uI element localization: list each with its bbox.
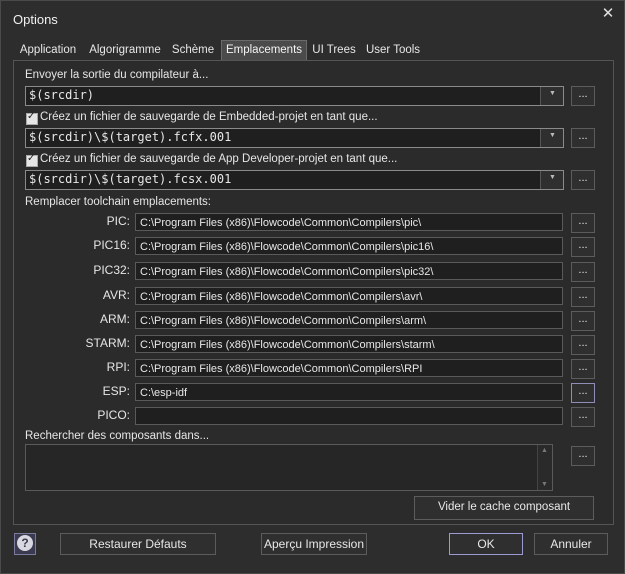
check-icon: ✓ [27, 111, 36, 122]
output-value: $(srcdir) [29, 88, 95, 102]
toolchain-name-pic: PIC: [106, 214, 130, 228]
toolchain-browse-pico[interactable]: ... [571, 407, 595, 427]
embedded-backup-browse-button[interactable]: ... [571, 128, 595, 148]
toolchain-browse-avr[interactable]: ... [571, 287, 595, 307]
ok-button[interactable]: OK [449, 533, 523, 555]
tab-user-tools[interactable]: User Tools [363, 41, 423, 60]
components-label: Rechercher des composants dans... [25, 430, 210, 442]
toolchain-path-pic16[interactable]: C:\Program Files (x86)\Flowcode\Common\C… [135, 237, 563, 255]
toolchain-path-avr[interactable]: C:\Program Files (x86)\Flowcode\Common\C… [135, 287, 563, 305]
toolchain-path-pic[interactable]: C:\Program Files (x86)\Flowcode\Common\C… [135, 213, 563, 231]
scroll-down-icon[interactable]: ▼ [541, 481, 548, 488]
check-icon: ✓ [27, 153, 36, 164]
toolchain-browse-pic16[interactable]: ... [571, 237, 595, 257]
output-dropdown-button[interactable]: ▼ [540, 87, 563, 105]
appdev-backup-value: $(srcdir)\$(target).fcsx.001 [29, 172, 232, 186]
toolchain-name-arm: ARM: [100, 312, 130, 326]
tab-emplacements[interactable]: Emplacements [221, 40, 307, 62]
appdev-backup-checkbox[interactable]: ✓ [26, 153, 38, 167]
output-browse-button[interactable]: ... [571, 86, 595, 106]
help-button[interactable]: ? [14, 533, 36, 555]
toolchain-browse-pic32[interactable]: ... [571, 262, 595, 282]
toolchain-name-rpi: RPI: [106, 360, 130, 374]
toolchain-name-pic32: PIC32: [93, 263, 130, 277]
appdev-backup-browse-button[interactable]: ... [571, 170, 595, 190]
tab-scheme[interactable]: Schème [168, 41, 218, 60]
tab-application[interactable]: Application [13, 41, 83, 60]
toolchain-name-pico: PICO: [97, 408, 130, 422]
toolchain-browse-esp[interactable]: ... [571, 383, 595, 403]
toolchain-path-pico[interactable] [135, 407, 563, 425]
embedded-backup-combo[interactable]: $(srcdir)\$(target).fcfx.001 ▼ [25, 128, 564, 148]
toolchain-name-avr: AVR: [102, 288, 130, 302]
embedded-backup-value: $(srcdir)\$(target).fcfx.001 [29, 130, 232, 144]
toolchain-path-starm[interactable]: C:\Program Files (x86)\Flowcode\Common\C… [135, 335, 563, 353]
options-dialog: Options ✕ Application Algorigramme Schèm… [0, 0, 625, 574]
tab-algorigramme[interactable]: Algorigramme [85, 41, 165, 60]
toolchain-path-rpi[interactable]: C:\Program Files (x86)\Flowcode\Common\C… [135, 359, 563, 377]
toolchain-browse-starm[interactable]: ... [571, 335, 595, 355]
clear-cache-button[interactable]: Vider le cache composant [414, 496, 594, 520]
toolchain-label: Remplacer toolchain emplacements: [25, 196, 212, 208]
toolchain-path-esp[interactable]: C:\esp-idf [135, 383, 563, 401]
scrollbar[interactable]: ▲ ▼ [537, 445, 552, 490]
appdev-backup-dropdown-button[interactable]: ▼ [540, 171, 563, 189]
toolchain-path-arm[interactable]: C:\Program Files (x86)\Flowcode\Common\C… [135, 311, 563, 329]
close-icon[interactable]: ✕ [599, 5, 617, 23]
window-title: Options [13, 12, 58, 27]
toolchain-name-pic16: PIC16: [93, 238, 130, 252]
appdev-backup-combo[interactable]: $(srcdir)\$(target).fcsx.001 ▼ [25, 170, 564, 190]
chevron-down-icon: ▼ [549, 174, 556, 181]
output-label: Envoyer la sortie du compilateur à... [25, 69, 209, 81]
output-combo[interactable]: $(srcdir) ▼ [25, 86, 564, 106]
emplacements-panel: Envoyer la sortie du compilateur à... $(… [13, 60, 614, 525]
components-browse-button[interactable]: ... [571, 446, 595, 466]
appdev-backup-label: Créez un fichier de sauvegarde de App De… [40, 153, 398, 165]
embedded-backup-checkbox[interactable]: ✓ [26, 111, 38, 125]
toolchain-browse-pic[interactable]: ... [571, 213, 595, 233]
chevron-down-icon: ▼ [549, 132, 556, 139]
toolchain-browse-arm[interactable]: ... [571, 311, 595, 331]
cancel-button[interactable]: Annuler [534, 533, 608, 555]
help-icon: ? [17, 535, 33, 551]
chevron-down-icon: ▼ [549, 90, 556, 97]
embedded-backup-dropdown-button[interactable]: ▼ [540, 129, 563, 147]
toolchain-path-pic32[interactable]: C:\Program Files (x86)\Flowcode\Common\C… [135, 262, 563, 280]
toolchain-browse-rpi[interactable]: ... [571, 359, 595, 379]
restore-defaults-button[interactable]: Restaurer Défauts [60, 533, 216, 555]
embedded-backup-label: Créez un fichier de sauvegarde de Embedd… [40, 111, 378, 123]
toolchain-name-starm: STARM: [85, 336, 130, 350]
toolchain-name-esp: ESP: [102, 384, 130, 398]
scroll-up-icon[interactable]: ▲ [541, 447, 548, 454]
tab-ui-trees[interactable]: UI Trees [309, 41, 359, 60]
print-preview-button[interactable]: Aperçu Impression [261, 533, 367, 555]
components-path-list[interactable]: ▲ ▼ [25, 444, 553, 491]
